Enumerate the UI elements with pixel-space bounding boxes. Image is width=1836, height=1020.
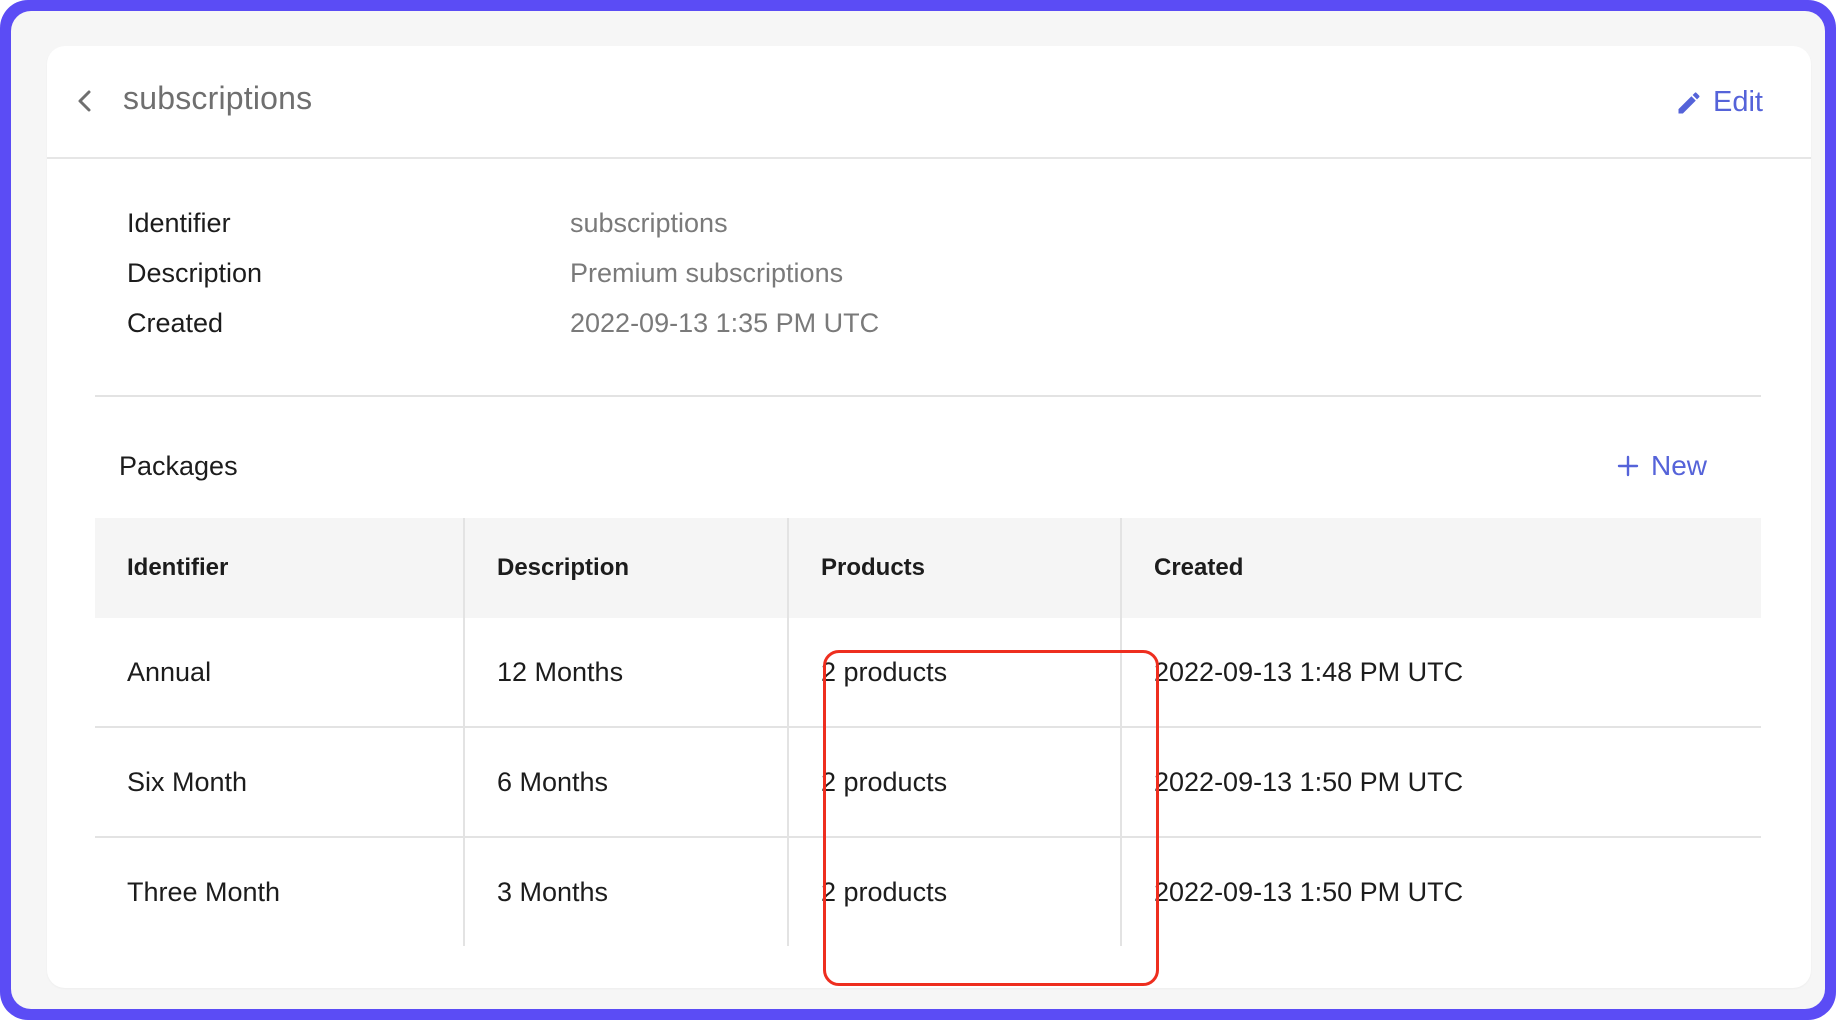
detail-label: Identifier (127, 208, 231, 238)
detail-label: Description (127, 258, 263, 288)
screenshot-frame: subscriptions Edit Identifier subscripti… (0, 0, 1836, 1020)
table-row[interactable]: Six Month 6 Months 2 products 2022-09-13… (95, 728, 1761, 838)
column-header-created: Created (1120, 518, 1761, 618)
offering-card: subscriptions Edit Identifier subscripti… (47, 46, 1811, 988)
packages-title: Packages (119, 451, 238, 481)
cell-identifier: Three Month (95, 838, 465, 946)
page-title: subscriptions (123, 80, 313, 116)
app-background: subscriptions Edit Identifier subscripti… (11, 11, 1825, 1009)
detail-label: Created (127, 308, 224, 338)
back-button[interactable] (71, 84, 99, 118)
table-row[interactable]: Annual 12 Months 2 products 2022-09-13 1… (95, 618, 1761, 728)
edit-button[interactable]: Edit (1675, 86, 1763, 119)
column-header-identifier: Identifier (95, 518, 465, 618)
card-header: subscriptions Edit (47, 46, 1811, 159)
chevron-left-icon (78, 90, 91, 112)
new-package-button[interactable]: New (1617, 450, 1707, 482)
cell-created: 2022-09-13 1:50 PM UTC (1120, 838, 1761, 946)
cell-products: 2 products (821, 766, 948, 797)
cell-created: 2022-09-13 1:50 PM UTC (1120, 728, 1761, 836)
column-header-products: Products (821, 554, 926, 581)
detail-value: Premium subscriptions (570, 258, 844, 288)
cell-products: 2 products (821, 876, 948, 907)
new-label: New (1650, 450, 1707, 481)
detail-value: subscriptions (570, 208, 728, 238)
cell-description: 6 Months (465, 728, 789, 836)
cell-created: 2022-09-13 1:48 PM UTC (1120, 618, 1761, 726)
packages-table: Identifier Description Products Created … (95, 518, 1761, 946)
detail-value: 2022-09-13 1:35 PM UTC (570, 308, 880, 338)
cell-products: 2 products (821, 656, 948, 687)
pencil-icon (1678, 91, 1700, 113)
plus-icon (1617, 455, 1639, 477)
cell-identifier: Six Month (95, 728, 465, 836)
cell-identifier: Annual (95, 618, 465, 726)
column-header-description: Description (465, 518, 789, 618)
cell-description: 3 Months (465, 838, 789, 946)
table-header: Identifier Description Products Created (95, 518, 1761, 618)
cell-description: 12 Months (465, 618, 789, 726)
section-divider (95, 395, 1761, 397)
edit-label: Edit (1713, 86, 1763, 118)
table-row[interactable]: Three Month 3 Months 2 products 2022-09-… (95, 838, 1761, 946)
